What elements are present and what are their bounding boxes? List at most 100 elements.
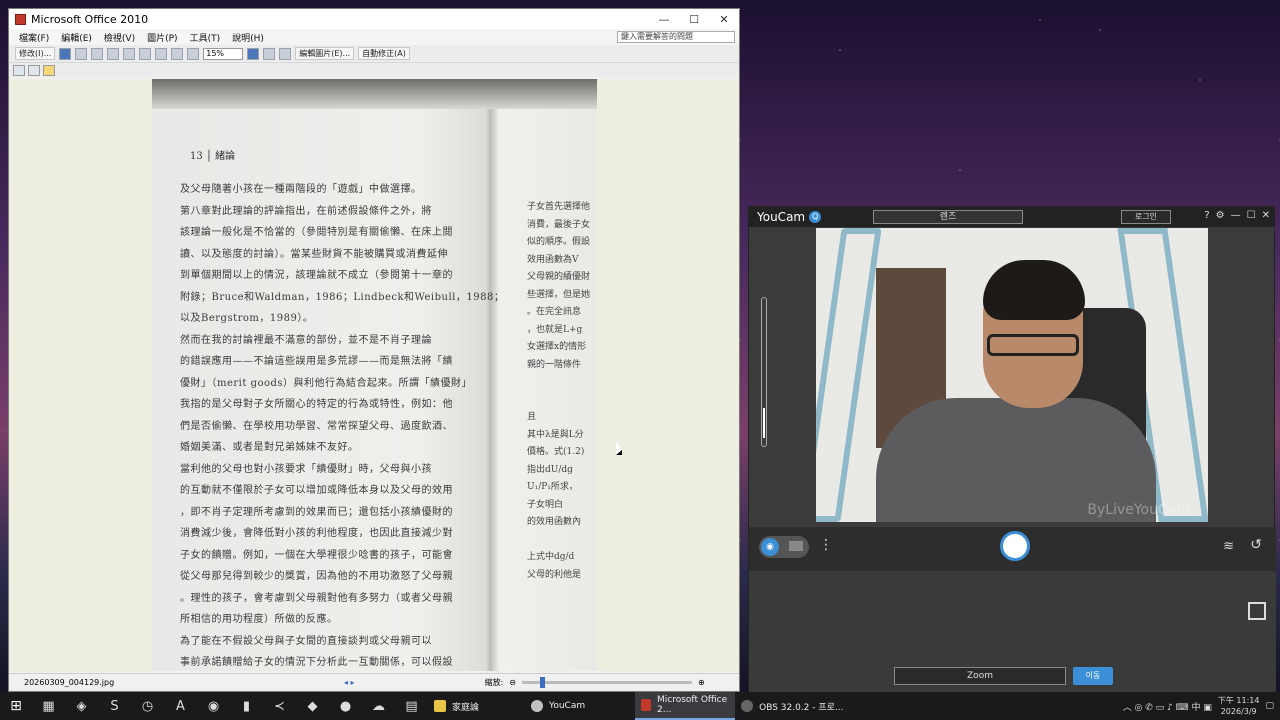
- task-label: Microsoft Office 2...: [657, 695, 728, 715]
- text-line: 且: [527, 412, 537, 422]
- clock-icon[interactable]: ◷: [131, 692, 164, 720]
- video-icon[interactable]: [789, 541, 803, 551]
- s-icon[interactable]: S: [98, 692, 131, 720]
- grid-icon[interactable]: [1248, 602, 1266, 620]
- tray-icons[interactable]: ︿ ◎ ✆ ▭ ♪ ⌨ 中 ▣: [1123, 700, 1212, 713]
- text-line: 我指的是父母對子女所關心的特定的行為或特性，例如：他: [180, 399, 453, 410]
- filmstrip-view-icon[interactable]: [28, 64, 40, 76]
- help-search-input[interactable]: 鍵入需要解答的問題: [617, 31, 735, 43]
- save-icon[interactable]: [59, 47, 72, 60]
- text-line: U₁/P₁所求，: [527, 482, 578, 492]
- vscode-icon[interactable]: ≺: [263, 692, 296, 720]
- text-line: 子女明白: [527, 499, 564, 510]
- maximize-button[interactable]: ☐: [679, 13, 709, 26]
- firefox-icon[interactable]: ●: [329, 692, 362, 720]
- help-icon[interactable]: ?: [1204, 210, 1209, 221]
- paste-icon[interactable]: [139, 47, 152, 60]
- brightness-slider[interactable]: [761, 297, 767, 447]
- retouch-button[interactable]: 修改(I)...: [15, 47, 56, 60]
- text-line: 上式中dg/d: [527, 552, 575, 562]
- text-line: 些選擇，但是她: [527, 289, 591, 300]
- go-button[interactable]: 이동: [1073, 667, 1113, 685]
- zoom-in-icon[interactable]: ⊕: [698, 678, 705, 687]
- help-icon[interactable]: [247, 47, 260, 60]
- zoom-combo[interactable]: 15%: [203, 47, 244, 60]
- camera-icon[interactable]: ◉: [761, 538, 779, 556]
- calculator-icon[interactable]: ▦: [32, 692, 65, 720]
- text-line: 的錯誤應用——不論這些誤用是多荒謬——而是無法將「績: [180, 356, 453, 367]
- login-button[interactable]: 로그인: [1121, 210, 1171, 224]
- delete-icon[interactable]: [155, 47, 168, 60]
- book-photo: 13 │ 緒論 及父母隨著小孩在一種兩階段的「遊戲」中做選擇。 第八章對此理論的…: [152, 79, 597, 671]
- cloud-icon[interactable]: ☁: [362, 692, 395, 720]
- text-line: [527, 392, 597, 410]
- usb-icon[interactable]: ▮: [230, 692, 263, 720]
- minimize-icon[interactable]: —: [1231, 210, 1241, 221]
- task-label: OBS 32.0.2 - 프로...: [759, 702, 844, 713]
- rotate-left-icon[interactable]: [263, 47, 276, 60]
- zoom-slider-thumb[interactable]: [539, 677, 545, 688]
- office-window: Microsoft Office 2010 — ☐ ✕ 檔案(F) 編輯(E) …: [8, 8, 740, 692]
- vs-icon[interactable]: ◆: [296, 692, 329, 720]
- text-line: 及父母隨著小孩在一種兩階段的「遊戲」中做選擇。: [180, 184, 422, 195]
- maximize-icon[interactable]: ☐: [1247, 210, 1256, 221]
- left-page-text: 及父母隨著小孩在一種兩階段的「遊戲」中做選擇。 第八章對此理論的評論指出，在前述…: [180, 179, 504, 671]
- clock[interactable]: 下午 11:14 2026/3/9: [1218, 695, 1260, 717]
- menu-file[interactable]: 檔案(F): [19, 31, 49, 44]
- settings-icon[interactable]: ⚙: [1216, 210, 1225, 221]
- cut-icon[interactable]: [107, 47, 120, 60]
- close-icon[interactable]: ✕: [1262, 210, 1270, 221]
- menu-help[interactable]: 說明(H): [232, 31, 264, 44]
- zoom-out-icon[interactable]: ⊖: [509, 678, 516, 687]
- print-icon[interactable]: [75, 47, 88, 60]
- zoom-slider[interactable]: [521, 677, 692, 688]
- text-line: [527, 374, 597, 392]
- undo-icon[interactable]: [171, 47, 184, 60]
- capture-mode-toggle[interactable]: ◉: [759, 536, 809, 558]
- rotate-right-icon[interactable]: [279, 47, 292, 60]
- edit-picture-button[interactable]: 編輯圖片(E)...: [295, 47, 355, 60]
- shutter-button[interactable]: [1000, 531, 1030, 561]
- single-view-icon[interactable]: [43, 64, 55, 76]
- watermark: ByLiveYouCam: [1087, 502, 1190, 518]
- menu-tools[interactable]: 工具(T): [190, 31, 221, 44]
- copy-icon[interactable]: [123, 47, 136, 60]
- layers-icon[interactable]: ≋: [1223, 539, 1234, 554]
- lens-dropdown[interactable]: 렌즈: [873, 210, 1023, 224]
- menu-edit[interactable]: 編輯(E): [61, 31, 92, 44]
- start-button[interactable]: ⊞: [0, 692, 32, 720]
- notes-icon[interactable]: ▤: [395, 692, 428, 720]
- slider-handle[interactable]: [763, 408, 765, 438]
- text-line: 。理性的孩子，會考慮到父母親對他有多努力（或者父母親: [180, 592, 453, 604]
- task-office[interactable]: Microsoft Office 2...: [635, 692, 736, 720]
- minimize-button[interactable]: —: [649, 13, 679, 26]
- rotate-icon[interactable]: ↺: [1250, 537, 1262, 553]
- task-jiating[interactable]: 家庭論: [428, 692, 485, 720]
- text-line: 似的順序。假設: [527, 237, 591, 247]
- prev-next-nav[interactable]: ◂ ▸: [344, 678, 355, 687]
- more-options-icon[interactable]: ⋮: [819, 537, 833, 553]
- zoom-select[interactable]: Zoom: [894, 667, 1066, 685]
- task-youcam[interactable]: YouCam: [525, 692, 591, 720]
- youcam-lower-panel: Zoom 이동: [749, 572, 1276, 692]
- thumbnail-view-icon[interactable]: [13, 64, 25, 76]
- text-line: 當利他的父母也對小孩要求「績優財」時，父母與小孩: [180, 463, 432, 475]
- redo-icon[interactable]: [187, 47, 200, 60]
- task-label: 家庭論: [452, 702, 480, 713]
- email-icon[interactable]: [91, 47, 104, 60]
- close-button[interactable]: ✕: [709, 13, 739, 26]
- steam-icon[interactable]: ◉: [197, 692, 230, 720]
- text-line: 消費減少後，會降低對小孩的利他程度，也因此直接減少對: [180, 528, 453, 539]
- text-line: [527, 532, 597, 550]
- a-icon[interactable]: A: [164, 692, 197, 720]
- notification-icon[interactable]: ▢: [1265, 701, 1274, 711]
- task-obs[interactable]: OBS 32.0.2 - 프로...: [735, 692, 849, 720]
- menu-picture[interactable]: 圖片(P): [147, 31, 177, 44]
- menu-view[interactable]: 檢視(V): [104, 31, 135, 44]
- text-line: 讀、以及態度的討論）。當某些財貨不能被購買或消費延伸: [180, 248, 448, 260]
- auto-correct-button[interactable]: 自動修正(A): [358, 47, 410, 60]
- office-statusbar: 20260309_004129.jpg ◂ ▸ 縮放: ⊖ ⊕: [9, 673, 739, 691]
- text-line: 到單個期間以上的情況，該理論就不成立（參閱第十一章的: [180, 270, 453, 281]
- store-icon[interactable]: ◈: [65, 692, 98, 720]
- youcam-icon: [531, 700, 544, 712]
